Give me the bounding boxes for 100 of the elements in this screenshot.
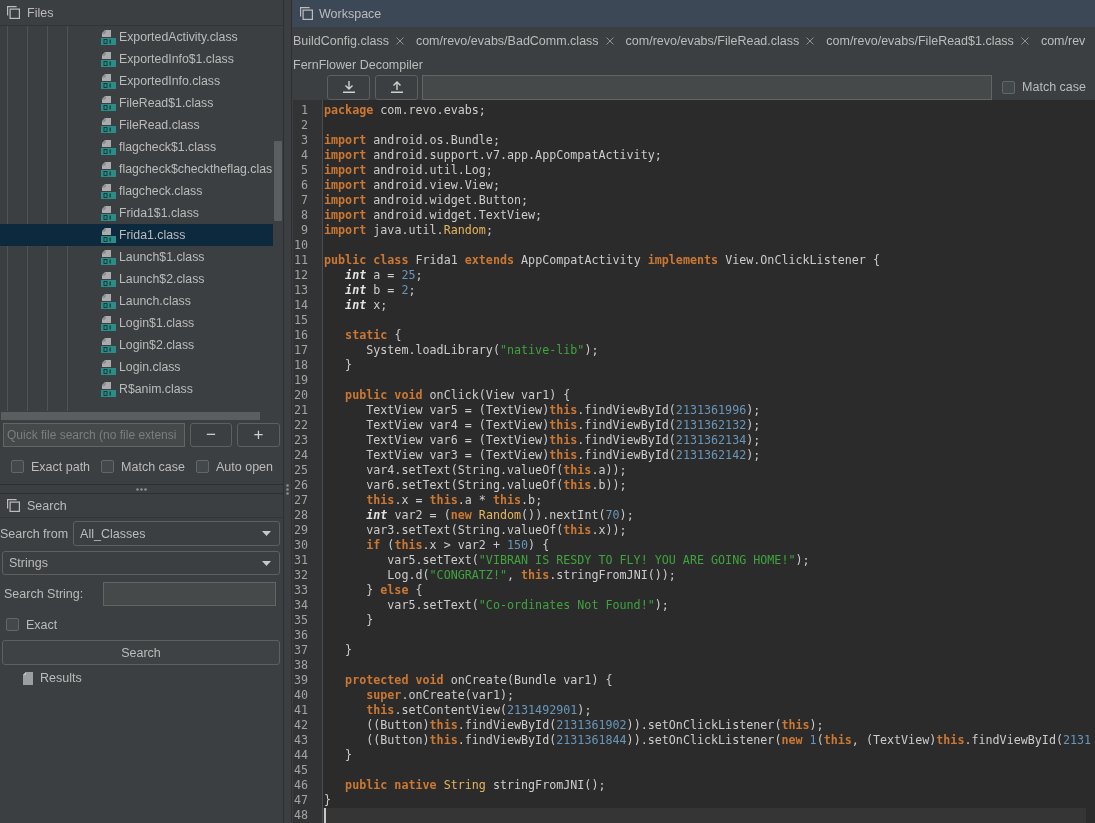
tab[interactable]: com/rev [1033,27,1091,55]
scrollbar-thumb[interactable] [274,141,282,221]
tree-item[interactable]: flagcheck$checktheflag.clas [0,158,273,180]
code-line: import android.view.View; [324,178,500,193]
checkbox-label: Exact path [31,459,91,474]
tree-item[interactable]: Launch$1.class [0,246,273,268]
code-line: int a = 25; [345,268,423,283]
field-label: Search from [0,526,69,541]
class-file-icon [101,249,116,265]
tab[interactable]: com/revo/evabs/BadComm.class [408,27,619,55]
find-field[interactable] [422,74,993,100]
dropdown[interactable]: Strings [2,551,280,575]
line-number: 32 [293,568,308,582]
document-icon [23,671,33,685]
line-number: 34 [293,598,308,612]
line-number: 41 [293,703,308,717]
line-number: 48 [293,808,308,822]
checkbox-label: Auto open [216,459,273,474]
checkbox[interactable] [6,618,19,631]
code-line: int var2 = (new Random()).nextInt(70); [366,508,634,523]
tree-item[interactable]: R$anim.class [0,378,273,400]
line-number: 45 [293,763,308,777]
line-number: 17 [293,343,308,357]
checkbox-label: Match case [121,459,185,474]
tree-item[interactable]: Launch.class [0,290,273,312]
code-line: import android.util.Log; [324,163,493,178]
close-icon[interactable] [395,37,404,45]
tree-item[interactable]: FileRead.class [0,114,273,136]
upload-button[interactable] [375,74,418,100]
line-number: 22 [293,418,308,432]
line-number: 11 [293,253,308,267]
line-number: 38 [293,658,308,672]
panel-icon [7,6,20,19]
code-line: var4.setText(String.valueOf(this.a)); [366,463,627,478]
checkbox[interactable] [101,460,115,473]
line-number: 44 [293,748,308,762]
panel-icon [300,7,313,20]
dropdown[interactable]: All_Classes [73,521,280,546]
tree-item[interactable]: flagcheck$1.class [0,136,273,158]
line-number: 43 [293,733,308,747]
minus-button[interactable]: − [190,423,232,447]
grip-icon[interactable] [136,487,147,491]
line-number: 12 [293,268,308,282]
tree-item[interactable]: Frida1.class [0,224,273,246]
search-button[interactable]: Search [2,640,280,665]
tab[interactable]: com/revo/evabs/FileRead$1.class [819,27,1034,55]
line-number: 36 [293,628,308,642]
plus-button[interactable]: + [237,423,280,447]
code-line: } [345,358,353,373]
code-line: super.onCreate(var1); [366,688,514,703]
line-number: 1 [300,103,308,117]
class-file-icon [101,161,116,177]
line-number: 25 [293,463,308,477]
tree-item[interactable]: FileRead$1.class [0,92,273,114]
line-number: 19 [293,373,308,387]
class-file-icon [101,315,116,331]
line-number: 26 [293,478,308,492]
tree-item[interactable]: flagcheck.class [0,180,273,202]
line-number: 16 [293,328,308,342]
text-field[interactable] [103,582,276,606]
tree-item[interactable]: Login$1.class [0,312,273,334]
grip-icon[interactable] [286,484,289,495]
tree-item[interactable]: Frida1$1.class [0,202,273,224]
tree-item[interactable]: Launch$2.class [0,268,273,290]
download-button[interactable] [327,74,370,100]
checkbox[interactable] [196,460,209,473]
line-number: 37 [293,643,308,657]
tab[interactable]: com/revo/evabs/FileRead.class [618,27,820,55]
code-line: } [366,613,374,628]
tree-item[interactable]: Login.class [0,356,273,378]
panel-title: Workspace [319,6,382,21]
code-line: TextView var3 = (TextView)this.findViewById(2131362142); [366,448,761,463]
close-icon[interactable] [806,37,815,45]
code-line: public native String stringFromJNI(); [345,778,606,793]
tree-item[interactable]: Results [23,671,82,685]
line-number: 33 [293,583,308,597]
tree-item[interactable]: ExportedInfo$1.class [0,48,273,70]
close-icon[interactable] [1020,37,1029,45]
tree-item[interactable]: ExportedActivity.class [0,26,273,48]
close-icon[interactable] [605,37,614,45]
class-file-icon [101,95,116,111]
checkbox-label: Match case [1022,80,1086,94]
checkbox[interactable] [1002,80,1016,94]
line-number: 6 [300,178,308,192]
code-line: static { [345,328,402,343]
line-number: 23 [293,433,308,447]
class-file-icon [101,73,116,89]
line-number: 47 [293,793,308,807]
checkbox[interactable] [11,460,24,473]
tree-item[interactable]: Login$2.class [0,334,273,356]
code-line: Log.d("CONGRATZ!", this.stringFromJNI()); [387,568,676,583]
line-number: 14 [293,298,308,312]
tree-item[interactable]: ExportedInfo.class [0,70,273,92]
line-number: 5 [300,163,308,177]
code-line: if (this.x > var2 + 150) { [366,538,550,553]
code-line: } [324,793,332,808]
scrollbar-thumb[interactable] [1,412,260,420]
download-icon [342,81,355,93]
code-line: protected void onCreate(Bundle var1) { [345,673,613,688]
tab[interactable]: BuildConfig.class [292,27,409,55]
